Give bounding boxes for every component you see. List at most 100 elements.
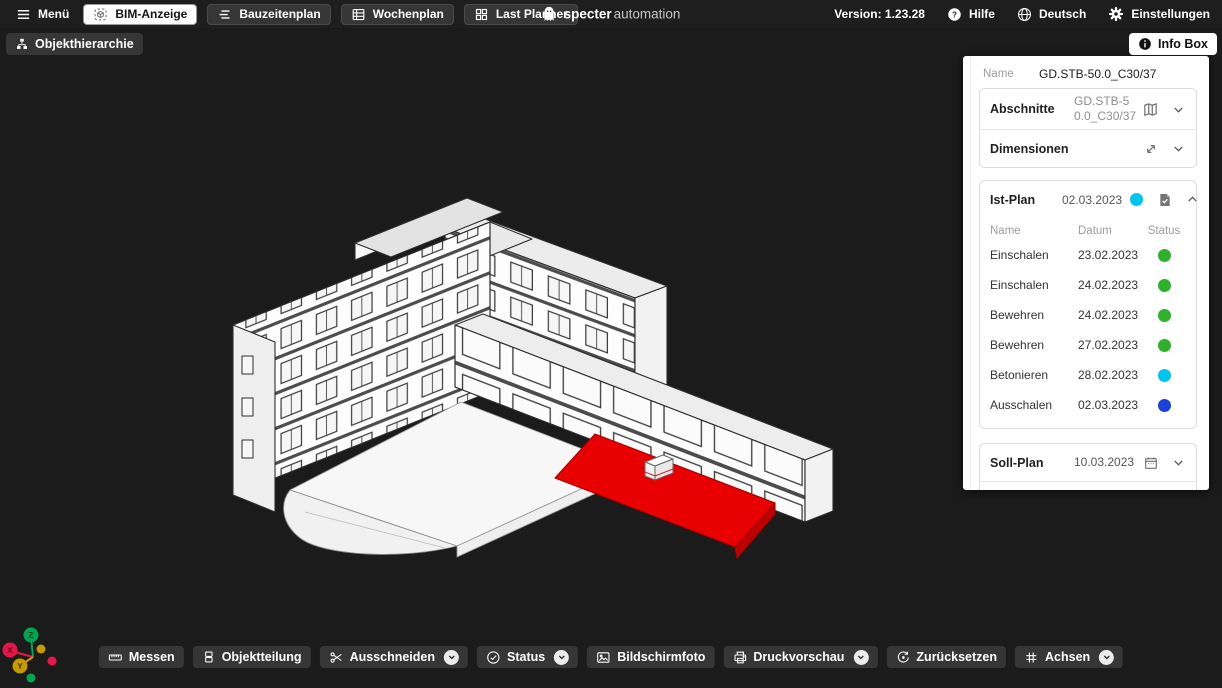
menu-label: Menü [38, 7, 69, 21]
hierarchy-icon [15, 37, 29, 51]
soll-plan-row[interactable]: Soll-Plan 10.03.2023 [980, 444, 1196, 481]
tab-label: Wochenplan [373, 7, 444, 21]
screenshot-button[interactable]: Bildschirmfoto [587, 646, 714, 668]
gizmo-neg-x-dot[interactable] [48, 657, 57, 666]
chevron-down-icon[interactable] [1171, 102, 1186, 117]
print-dropdown-button[interactable] [853, 650, 868, 665]
object-split-button[interactable]: Objektteilung [193, 646, 311, 668]
ist-plan-header[interactable]: Ist-Plan 02.03.2023 [980, 181, 1196, 218]
grid-icon [474, 7, 489, 22]
info-box-label: Info Box [1158, 37, 1208, 51]
ist-plan-row[interactable]: Einschalen 23.02.2023 [990, 240, 1186, 270]
cut-dropdown-button[interactable] [444, 650, 459, 665]
tab-label: Bauzeitenplan [239, 7, 320, 21]
status-dot [1158, 249, 1171, 262]
brand-logo: specterautomation [542, 6, 681, 23]
col-status: Status [1142, 225, 1186, 237]
printer-icon [732, 650, 747, 665]
menu-button[interactable]: Menü [12, 5, 73, 24]
svg-text:Z: Z [28, 630, 33, 640]
gizmo-neg-y-dot[interactable] [37, 645, 46, 654]
gizmo-x-axis[interactable]: X [3, 643, 18, 658]
gizmo-neg-z-dot[interactable] [27, 674, 36, 683]
tab-wochenplan[interactable]: Wochenplan [341, 4, 454, 25]
object-hierarchy-button[interactable]: Objekthierarchie [6, 33, 143, 55]
status-dot [1158, 279, 1171, 292]
status-button[interactable]: Status [477, 646, 578, 668]
bim-app: { "topbar": { "menu_label": "Menü", "nav… [0, 0, 1222, 688]
abschnitte-label: Abschnitte [990, 102, 1074, 116]
svg-text:Y: Y [17, 661, 23, 671]
gizmo-y-axis[interactable]: Y [13, 659, 28, 674]
info-panel-content: Name GD.STB-50.0_C30/37 Abschnitte GD.ST… [971, 56, 1209, 490]
brand-bold: specter [564, 7, 612, 22]
svg-text:?: ? [952, 10, 957, 19]
bim-cube-icon [93, 7, 108, 22]
scissors-icon [329, 650, 344, 665]
settings-button[interactable]: Einstellungen [1108, 6, 1210, 22]
chevron-down-icon[interactable] [1171, 455, 1186, 470]
ghost-logo-icon [542, 6, 557, 23]
col-datum: Datum [1078, 225, 1142, 237]
ist-plan-row[interactable]: Bewehren 24.02.2023 [990, 300, 1186, 330]
chevron-up-icon[interactable] [1185, 192, 1200, 207]
status-dropdown-button[interactable] [554, 650, 569, 665]
hamburger-icon [16, 7, 31, 22]
status-dot [1158, 309, 1171, 322]
element-name-row: Name GD.STB-50.0_C30/37 [979, 64, 1197, 88]
help-label: Hilfe [969, 7, 995, 21]
dimensionen-row[interactable]: Dimensionen [980, 129, 1196, 167]
status-dot [1158, 339, 1171, 352]
top-toolbar-left: Menü BIM-Anzeige Bauzeitenplan [12, 4, 578, 25]
top-toolbar: Menü BIM-Anzeige Bauzeitenplan [0, 0, 1222, 28]
svg-text:X: X [7, 645, 13, 655]
sonstiges-row[interactable]: Sonstiges [980, 481, 1196, 490]
reset-button[interactable]: Zurücksetzen [886, 646, 1006, 668]
question-circle-icon: ? [947, 7, 962, 22]
calendar-icon [1143, 455, 1159, 471]
dimensionen-label: Dimensionen [990, 142, 1074, 156]
axes-button[interactable]: Achsen [1015, 646, 1123, 668]
axes-dropdown-button[interactable] [1099, 650, 1114, 665]
language-label: Deutsch [1039, 7, 1086, 21]
info-box-tab[interactable]: Info Box [1129, 33, 1217, 55]
col-name: Name [990, 225, 1078, 237]
top-toolbar-right: Version: 1.23.28 ? Hilfe Deutsch [834, 6, 1210, 22]
status-check-icon [486, 650, 501, 665]
bim-viewport[interactable] [205, 140, 865, 560]
axis-gizmo[interactable]: Z X Y [0, 616, 84, 688]
info-panel: Name GD.STB-50.0_C30/37 Abschnitte GD.ST… [963, 56, 1209, 490]
globe-icon [1017, 7, 1032, 22]
gizmo-z-axis[interactable]: Z [24, 628, 39, 643]
help-button[interactable]: ? Hilfe [947, 7, 995, 22]
status-dot [1158, 399, 1171, 412]
print-preview-button[interactable]: Druckvorschau [723, 646, 877, 668]
language-button[interactable]: Deutsch [1017, 7, 1086, 22]
ist-plan-row[interactable]: Ausschalen 02.03.2023 [990, 390, 1186, 420]
tab-bim-anzeige[interactable]: BIM-Anzeige [83, 4, 197, 25]
measure-button[interactable]: Messen [99, 646, 184, 668]
sections-card: Abschnitte GD.STB-50.0_C30/37 Dimensione… [979, 88, 1197, 168]
panel-scrollbar-track[interactable] [963, 56, 971, 490]
axes-grid-icon [1024, 650, 1039, 665]
ist-plan-card: Ist-Plan 02.03.2023 Name Datum Stat [979, 180, 1197, 429]
abschnitte-row[interactable]: Abschnitte GD.STB-50.0_C30/37 [980, 89, 1196, 129]
cut-button[interactable]: Ausschneiden [320, 646, 468, 668]
soll-plan-card: Soll-Plan 10.03.2023 Sonstiges [979, 443, 1197, 490]
ruler-icon [108, 650, 123, 665]
ist-plan-row[interactable]: Bewehren 27.02.2023 [990, 330, 1186, 360]
chevron-down-icon[interactable] [1171, 141, 1186, 156]
tab-bauzeitenplan[interactable]: Bauzeitenplan [207, 4, 330, 25]
soll-plan-label: Soll-Plan [990, 456, 1074, 470]
info-icon [1138, 37, 1152, 51]
object-hierarchy-label: Objekthierarchie [35, 37, 134, 51]
brand-light: automation [614, 7, 681, 22]
ist-plan-table-header: Name Datum Status [990, 218, 1186, 240]
expand-arrows-icon [1143, 141, 1159, 157]
list-table-icon [351, 7, 366, 22]
map-icon [1142, 101, 1159, 118]
ist-plan-table: Name Datum Status Einschalen 23.02.2023 … [980, 218, 1196, 428]
ist-plan-row[interactable]: Einschalen 24.02.2023 [990, 270, 1186, 300]
ist-plan-row[interactable]: Betonieren 28.02.2023 [990, 360, 1186, 390]
ist-plan-date: 02.03.2023 [1062, 193, 1122, 207]
